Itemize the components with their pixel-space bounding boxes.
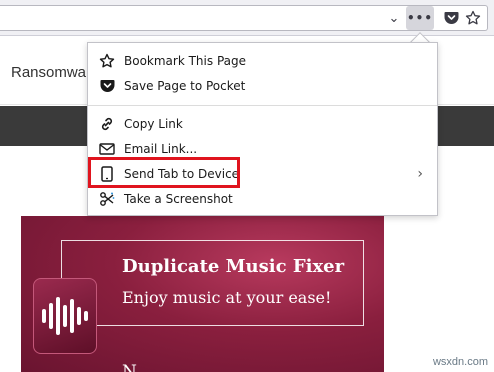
menu-item-label: Copy Link — [124, 117, 183, 131]
menu-item-copy-link[interactable]: Copy Link — [88, 112, 437, 136]
watermark: wsxdn.com — [432, 356, 488, 368]
browser-toolbar: ⌄ ••• — [0, 0, 494, 36]
menu-item-label: Take a Screenshot — [124, 192, 233, 206]
envelope-icon — [98, 140, 116, 158]
banner-more-text: N — [122, 362, 137, 372]
menu-item-label: Email Link... — [124, 142, 198, 156]
menu-item-screenshot[interactable]: Take a Screenshot — [88, 187, 437, 211]
pocket-icon[interactable] — [440, 6, 462, 30]
menu-item-label: Save Page to Pocket — [124, 79, 246, 93]
banner-subtitle: Enjoy music at your ease! — [122, 288, 332, 307]
highlight-box — [88, 157, 240, 188]
chevron-right-icon: › — [417, 166, 423, 182]
menu-separator — [88, 105, 437, 106]
star-icon — [98, 52, 116, 70]
music-app-icon — [33, 278, 97, 354]
star-icon[interactable] — [462, 6, 484, 30]
scissors-icon — [98, 190, 116, 208]
link-icon — [98, 115, 116, 133]
page-actions-menu: Bookmark This Page Save Page to Pocket C… — [87, 42, 438, 216]
menu-item-pocket[interactable]: Save Page to Pocket — [88, 74, 437, 98]
menu-item-bookmark[interactable]: Bookmark This Page — [88, 49, 437, 73]
site-name[interactable]: Ransomwa — [11, 64, 86, 81]
pocket-icon — [98, 77, 116, 95]
banner-title: Duplicate Music Fixer — [122, 256, 345, 277]
banner-frame — [61, 240, 364, 326]
menu-item-label: Bookmark This Page — [124, 54, 246, 68]
page-actions-more-button[interactable]: ••• — [406, 6, 434, 30]
ad-banner[interactable]: Duplicate Music Fixer Enjoy music at you… — [21, 216, 384, 372]
chevron-down-icon[interactable]: ⌄ — [383, 6, 405, 30]
